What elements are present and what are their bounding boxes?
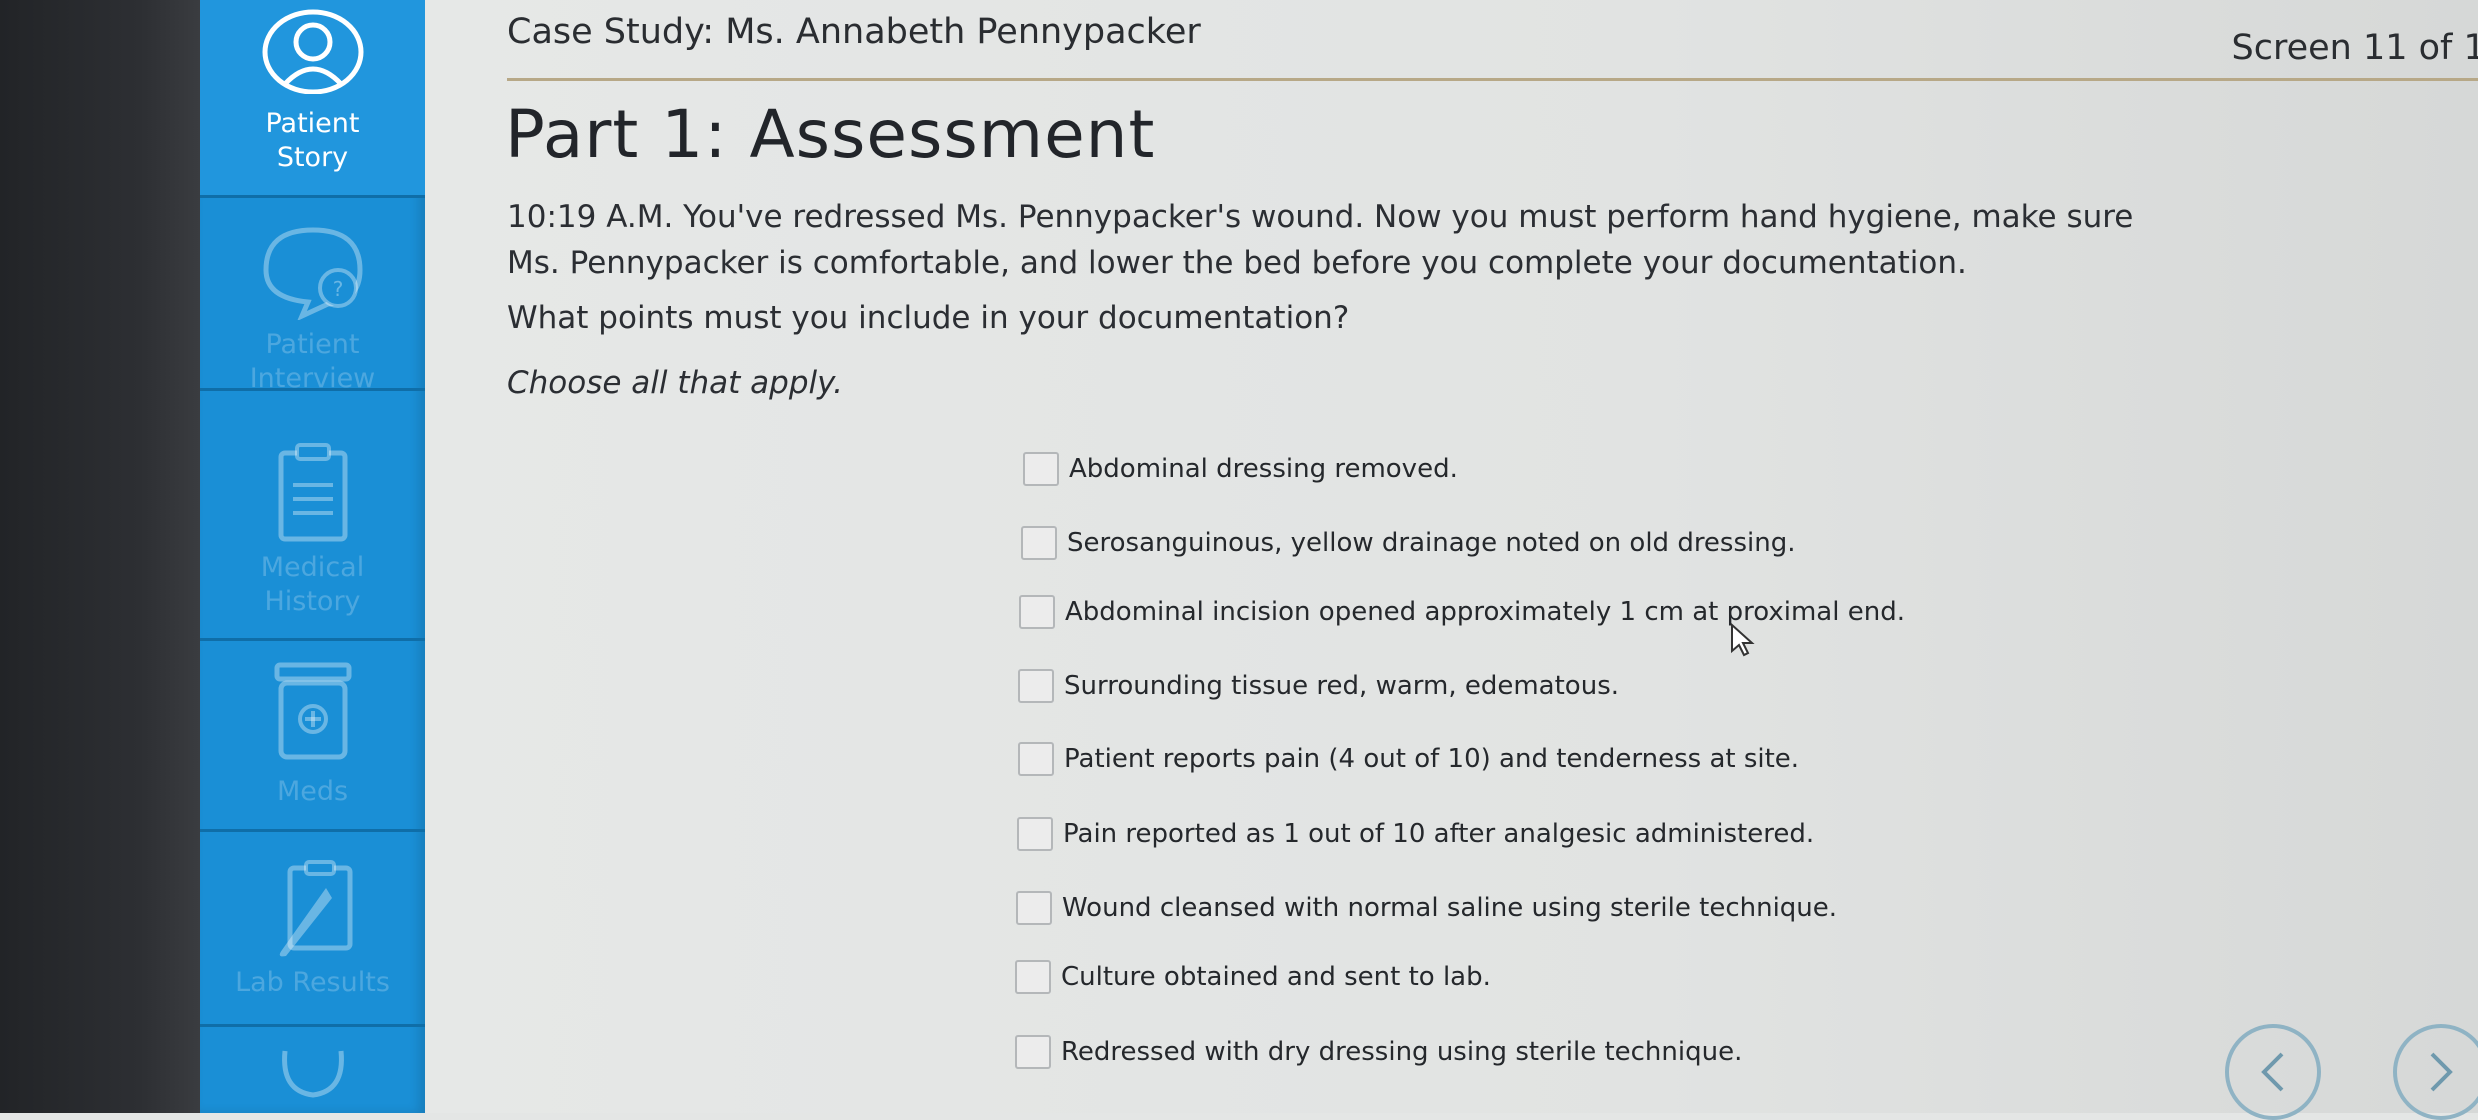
scenario-line: 10:19 A.M. You've redressed Ms. Pennypac…: [507, 199, 2134, 235]
previous-button[interactable]: [2225, 1024, 2321, 1120]
option-label: Serosanguinous, yellow drainage noted on…: [1067, 528, 1796, 558]
question-prompt: What points must you include in your doc…: [507, 300, 1350, 336]
sidebar-item-meds[interactable]: Meds: [200, 641, 425, 829]
option-checkbox[interactable]: [1015, 1035, 1051, 1069]
svg-text:?: ?: [332, 277, 343, 301]
option-label: Patient reports pain (4 out of 10) and t…: [1064, 744, 1800, 774]
option-item[interactable]: Abdominal incision opened approximately …: [1019, 590, 1905, 634]
scenario-text: 10:19 A.M. You've redressed Ms. Pennypac…: [507, 194, 2207, 286]
sidebar-item-patient-interview[interactable]: ? Patient Interview: [200, 198, 425, 394]
option-item[interactable]: Culture obtained and sent to lab.: [1015, 955, 1491, 999]
instruction-text: Choose all that apply.: [507, 365, 843, 401]
medication-jar-icon: [274, 662, 351, 760]
option-checkbox[interactable]: [1016, 891, 1052, 925]
option-item[interactable]: Serosanguinous, yellow drainage noted on…: [1021, 521, 1796, 565]
option-label: Redressed with dry dressing using steril…: [1061, 1037, 1743, 1067]
sidebar-item-lab-results[interactable]: Lab Results: [200, 832, 425, 1024]
option-label: Pain reported as 1 out of 10 after analg…: [1063, 819, 1815, 849]
sidebar: Patient Story ? Patient Interview Medica…: [200, 0, 425, 1113]
screen-bezel: [0, 0, 200, 1113]
speech-bubble-icon: ?: [262, 227, 363, 320]
option-label: Abdominal incision opened approximately …: [1065, 597, 1905, 627]
mouse-pointer-icon: [1731, 623, 1755, 657]
sidebar-item-assessment[interactable]: [200, 1027, 425, 1113]
option-item[interactable]: Redressed with dry dressing using steril…: [1015, 1030, 1742, 1074]
title-divider: [507, 78, 2478, 81]
option-label: Culture obtained and sent to lab.: [1061, 962, 1491, 992]
sidebar-item-label: Meds: [276, 776, 349, 807]
user-icon: [262, 9, 363, 94]
option-checkbox[interactable]: [1015, 960, 1051, 994]
sidebar-item-patient-story[interactable]: Patient Story: [200, 0, 425, 195]
stethoscope-icon: [281, 1050, 344, 1098]
test-tube-icon: [279, 860, 352, 957]
option-label: Abdominal dressing removed.: [1069, 454, 1458, 484]
sidebar-item-label: Story: [276, 142, 349, 173]
option-checkbox[interactable]: [1018, 742, 1054, 776]
sidebar-item-label: Medical: [260, 552, 365, 583]
option-checkbox[interactable]: [1019, 595, 1055, 629]
option-checkbox[interactable]: [1023, 452, 1059, 486]
option-label: Surrounding tissue red, warm, edematous.: [1064, 671, 1620, 701]
scenario-line: Ms. Pennypacker is comfortable, and lowe…: [507, 245, 1967, 281]
option-item[interactable]: Wound cleansed with normal saline using …: [1016, 886, 1837, 930]
option-checkbox[interactable]: [1018, 669, 1054, 703]
sidebar-item-label: Patient: [265, 329, 360, 360]
option-checkbox[interactable]: [1017, 817, 1053, 851]
next-arrow-icon: [2430, 1052, 2453, 1092]
sidebar-item-label: Lab Results: [235, 967, 390, 998]
case-title: Case Study: Ms. Annabeth Pennypacker: [507, 12, 1201, 52]
option-item[interactable]: Pain reported as 1 out of 10 after analg…: [1017, 812, 1814, 856]
next-button[interactable]: [2393, 1024, 2478, 1120]
main-content: Case Study: Ms. Annabeth Pennypacker Scr…: [425, 0, 2478, 1120]
option-label: Wound cleansed with normal saline using …: [1062, 893, 1838, 923]
sidebar-item-medical-history[interactable]: Medical History: [200, 391, 425, 638]
screen-counter: Screen 11 of 14: [2231, 28, 2478, 68]
option-item[interactable]: Abdominal dressing removed.: [1023, 447, 1458, 491]
previous-arrow-icon: [2261, 1052, 2284, 1092]
option-checkbox[interactable]: [1021, 526, 1057, 560]
option-item[interactable]: Surrounding tissue red, warm, edematous.: [1018, 664, 1619, 708]
sidebar-item-label: Patient: [265, 108, 360, 139]
page-title: Part 1: Assessment: [505, 96, 1156, 173]
option-item[interactable]: Patient reports pain (4 out of 10) and t…: [1018, 737, 1799, 781]
clipboard-icon: [278, 443, 347, 542]
sidebar-item-label: History: [264, 586, 361, 617]
